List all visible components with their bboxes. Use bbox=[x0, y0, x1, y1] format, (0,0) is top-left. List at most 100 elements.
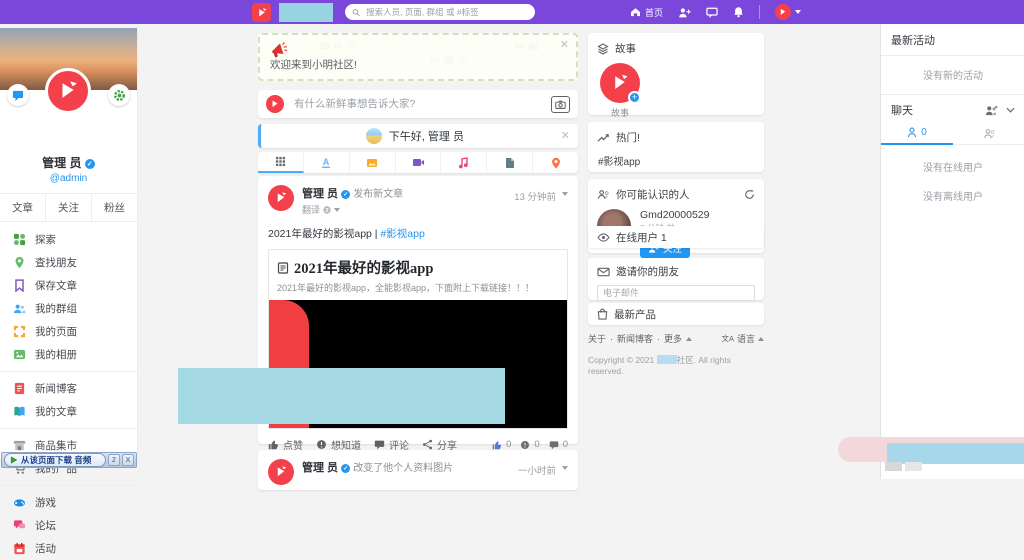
sidebar-item-explore[interactable]: 探索 bbox=[0, 228, 137, 251]
copyright-text: Copyright © 2021 社区. All rights reserved… bbox=[588, 355, 731, 376]
close-icon[interactable]: ✕ bbox=[560, 40, 569, 51]
post-author-name[interactable]: 管理 员 bbox=[302, 462, 338, 474]
beach-emoji-icon bbox=[365, 128, 382, 144]
post-menu-icon[interactable] bbox=[562, 192, 568, 196]
search-input[interactable] bbox=[364, 6, 528, 18]
camera-button[interactable] bbox=[551, 95, 570, 113]
message-button[interactable] bbox=[7, 84, 29, 106]
chat-tab-groups[interactable] bbox=[953, 123, 1024, 144]
calendar-icon bbox=[14, 542, 25, 555]
shopping-bag-icon bbox=[597, 308, 608, 320]
chat-tab-contacts[interactable]: 0 bbox=[881, 123, 953, 145]
chat-title: 聊天 bbox=[891, 105, 913, 117]
verified-badge-icon: ✓ bbox=[341, 190, 351, 199]
nav-home[interactable]: 首页 bbox=[630, 6, 663, 19]
post-author-name[interactable]: 管理 员 bbox=[302, 188, 338, 200]
text-icon: A bbox=[322, 157, 331, 168]
language-icon: 文A bbox=[721, 334, 734, 343]
chevron-down-icon[interactable] bbox=[1006, 107, 1015, 113]
download-audio-button[interactable]: 从该页面下载 音频 bbox=[4, 453, 106, 467]
tab-location-posts[interactable] bbox=[533, 152, 578, 173]
post-composer[interactable] bbox=[258, 90, 578, 118]
greeting-banner: 下午好, 管理 员 ✕ bbox=[258, 124, 578, 148]
sidebar-item-find-friends[interactable]: 查找朋友 bbox=[0, 251, 137, 274]
chevron-down-icon[interactable] bbox=[334, 208, 341, 212]
video-icon bbox=[412, 159, 424, 166]
chevron-down-icon bbox=[795, 10, 802, 14]
composer-input[interactable] bbox=[292, 97, 543, 111]
comment-count[interactable]: 0 bbox=[549, 439, 568, 450]
sidebar-item-events[interactable]: 活动 bbox=[0, 537, 137, 560]
translate-link[interactable]: 翻译 bbox=[302, 203, 320, 216]
top-navbar: 首页 bbox=[0, 0, 1024, 24]
nav-messages[interactable] bbox=[706, 7, 718, 18]
sidebar-item-my-pages[interactable]: 我的页面 bbox=[0, 320, 137, 343]
download-toolbar: 从该页面下载 音频 2 X bbox=[1, 452, 137, 468]
menu-divider bbox=[0, 371, 137, 372]
trending-hashtag-link[interactable]: #影视app bbox=[598, 153, 764, 168]
tab-music-posts[interactable] bbox=[441, 152, 488, 173]
envelope-icon bbox=[597, 267, 610, 276]
download-close-button[interactable]: X bbox=[122, 454, 134, 466]
latest-activity-title: 最新活动 bbox=[881, 24, 1024, 56]
global-search[interactable] bbox=[345, 4, 535, 20]
tab-followers[interactable]: 粉丝 bbox=[92, 194, 137, 221]
tab-text-posts[interactable]: A bbox=[304, 152, 350, 173]
tab-articles[interactable]: 文章 bbox=[0, 194, 46, 221]
footer-link-more[interactable]: 更多 bbox=[664, 332, 682, 345]
post-timestamp: 一小时前 bbox=[517, 466, 556, 477]
greeting-text: 下午好, 管理 员 bbox=[388, 131, 464, 143]
tab-photo-posts[interactable] bbox=[350, 152, 396, 173]
nav-friend-requests[interactable] bbox=[678, 7, 691, 18]
play-icon bbox=[10, 456, 18, 464]
download-badge[interactable]: 2 bbox=[108, 454, 120, 466]
profile-handle[interactable]: @admin bbox=[0, 173, 137, 184]
file-icon bbox=[505, 157, 514, 168]
story-label: 故事 bbox=[610, 108, 629, 118]
post-author-avatar[interactable] bbox=[268, 459, 294, 485]
tab-following[interactable]: 关注 bbox=[46, 194, 92, 221]
online-users-card[interactable]: 在线用户 1 bbox=[588, 226, 764, 248]
footer-link-language[interactable]: 语言 bbox=[737, 332, 755, 345]
like-count[interactable]: 0 bbox=[492, 439, 511, 450]
invite-email-input[interactable] bbox=[597, 285, 755, 301]
sidebar-item-saved-posts[interactable]: 保存文章 bbox=[0, 274, 137, 297]
profile-avatar[interactable] bbox=[45, 68, 91, 114]
nav-profile-menu[interactable] bbox=[775, 4, 802, 20]
settings-button[interactable] bbox=[108, 84, 130, 106]
latest-products-card[interactable]: 最新产品 bbox=[588, 303, 764, 325]
tab-file-posts[interactable] bbox=[487, 152, 534, 173]
app-logo-icon[interactable] bbox=[252, 3, 271, 22]
search-icon bbox=[352, 8, 360, 16]
add-story-button[interactable]: + 故事 bbox=[598, 63, 642, 119]
sidebar-item-forums[interactable]: 论坛 bbox=[0, 514, 137, 537]
post-menu-icon[interactable] bbox=[562, 466, 568, 470]
nav-divider bbox=[759, 5, 761, 19]
pymk-user-name[interactable]: Gmd20000529 bbox=[640, 209, 709, 221]
tab-video-posts[interactable] bbox=[396, 152, 442, 173]
post-text: 2021年最好的影视app | #影视app bbox=[268, 228, 425, 240]
nav-notifications[interactable] bbox=[733, 6, 744, 18]
group-add-icon[interactable] bbox=[984, 105, 998, 116]
post-author-avatar[interactable] bbox=[268, 185, 294, 211]
footer-link-about[interactable]: 关于 bbox=[588, 332, 606, 345]
sidebar-item-my-articles[interactable]: 我的文章 bbox=[0, 400, 137, 423]
wonder-count[interactable]: 0 bbox=[520, 439, 540, 450]
refresh-icon[interactable] bbox=[744, 189, 755, 200]
stories-title: 故事 bbox=[615, 43, 636, 55]
thumbs-up-icon bbox=[492, 440, 502, 449]
no-online-users-text: 没有在线用户 bbox=[923, 163, 983, 174]
profile-name[interactable]: 管理 员 ✓ bbox=[0, 154, 137, 171]
sidebar-item-my-albums[interactable]: 我的相册 bbox=[0, 343, 137, 366]
users-icon bbox=[13, 304, 26, 314]
map-pin-icon bbox=[15, 256, 24, 269]
doodle-pattern: ✉ ✏ ☆ bbox=[320, 39, 358, 53]
sidebar-item-my-groups[interactable]: 我的群组 bbox=[0, 297, 137, 320]
tab-all-posts[interactable] bbox=[258, 152, 304, 173]
sidebar-item-news-blog[interactable]: 新闻博客 bbox=[0, 377, 137, 400]
plus-badge-icon: + bbox=[628, 91, 641, 104]
sidebar-item-games[interactable]: 游戏 bbox=[0, 491, 137, 514]
hashtag-link[interactable]: #影视app bbox=[380, 228, 424, 240]
footer-link-blog[interactable]: 新闻博客 bbox=[617, 332, 653, 345]
close-icon[interactable]: ✕ bbox=[561, 130, 570, 142]
